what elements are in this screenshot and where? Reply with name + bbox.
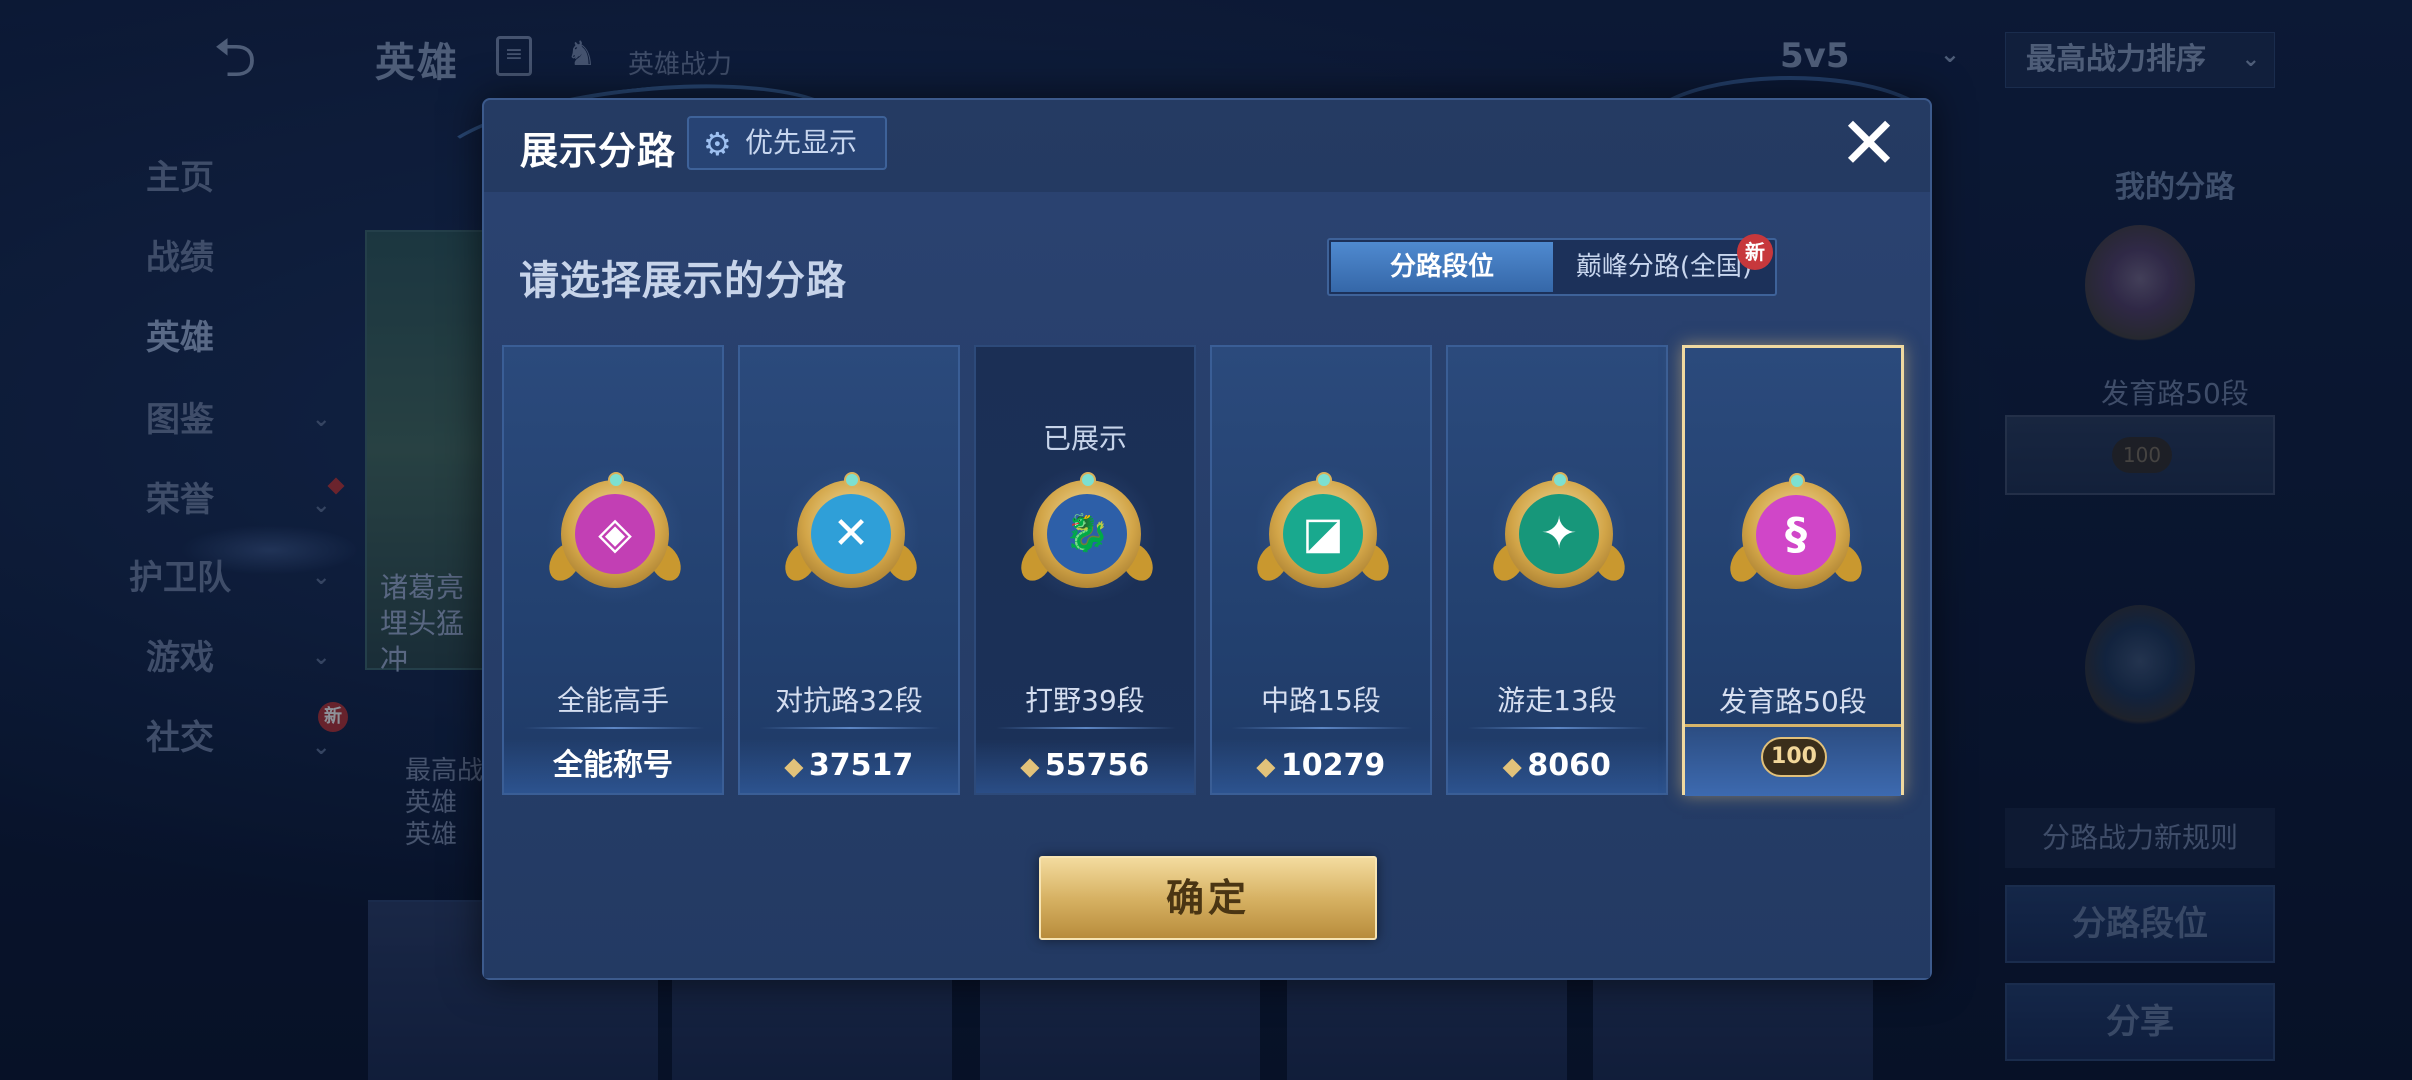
lane-card-all-rounder[interactable]: ◈ 全能高手 全能称号 <box>502 345 724 795</box>
power-icon: ⬥ <box>784 752 803 782</box>
emblem-glyph: ◈ <box>575 494 655 574</box>
card-footer: ⬥ 10279 <box>1212 739 1430 793</box>
footer-text: 全能称号 <box>553 748 673 783</box>
lane-name: 打野39段 <box>1025 684 1145 717</box>
divider <box>1232 727 1412 729</box>
divider <box>524 727 704 729</box>
power-icon: ⬥ <box>1256 752 1275 782</box>
power-value: 8060 <box>1527 748 1611 783</box>
divider <box>1468 727 1648 729</box>
emblem-glyph: ✕ <box>811 494 891 574</box>
card-footer: ⬥ 55756 <box>976 739 1194 793</box>
divider <box>760 727 940 729</box>
power-value: 37517 <box>808 748 914 783</box>
card-footer: ⬥ 37517 <box>740 739 958 793</box>
emblem-glyph: ✦ <box>1519 494 1599 574</box>
lane-name: 中路15段 <box>1261 684 1381 717</box>
power-icon: ⬥ <box>1503 752 1522 782</box>
lane-name: 全能高手 <box>556 684 669 717</box>
lane-card-jungle[interactable]: 已展示 🐉 打野39段 ⬥ 55756 <box>974 345 1196 795</box>
mid-lane-emblem-icon: ◪ <box>1250 464 1396 604</box>
card-footer: ⬥ 8060 <box>1448 739 1666 793</box>
priority-display-label: 优先显示 <box>745 126 858 159</box>
lane-tab-switch: 分路段位 巅峰分路(全国) 新 <box>1327 234 1777 296</box>
card-footer: 全能称号 <box>504 739 722 793</box>
lane-card-farm-lane[interactable]: § 发育路50段 100 <box>1682 345 1904 796</box>
emblem-glyph: 🐉 <box>1047 494 1127 574</box>
rank-cap: 100 <box>1761 737 1827 777</box>
all-rounder-emblem-icon: ◈ <box>542 464 688 604</box>
lane-name: 游走13段 <box>1497 684 1617 717</box>
dialog-title: 展示分路 <box>520 129 677 173</box>
shown-label: 已展示 <box>1042 422 1127 455</box>
power-value: 10279 <box>1280 748 1386 783</box>
tab-lane-rank[interactable]: 分路段位 <box>1331 242 1553 292</box>
jungle-emblem-icon: 🐉 <box>1014 464 1160 604</box>
divider <box>996 727 1176 729</box>
close-icon[interactable]: ✕ <box>1834 107 1904 180</box>
roam-emblem-icon: ✦ <box>1486 464 1632 604</box>
clash-lane-emblem-icon: ✕ <box>778 464 924 604</box>
gear-icon: ⚙ <box>703 125 732 163</box>
emblem-glyph: ◪ <box>1283 494 1363 574</box>
lane-card-clash-lane[interactable]: ✕ 对抗路32段 ⬥ 37517 <box>738 345 960 795</box>
farm-lane-emblem-icon: § <box>1723 465 1869 605</box>
lane-name: 对抗路32段 <box>775 684 923 717</box>
power-value: 55756 <box>1044 748 1150 783</box>
priority-display-button[interactable]: ⚙ 优先显示 <box>687 116 887 170</box>
new-badge: 新 <box>1737 234 1773 270</box>
lane-card-roam[interactable]: ✦ 游走13段 ⬥ 8060 <box>1446 345 1668 795</box>
power-icon: ⬥ <box>1020 752 1039 782</box>
dialog-header: 展示分路 ⚙ 优先显示 ✕ <box>484 100 1930 192</box>
lane-card-list: ◈ 全能高手 全能称号 ✕ 对抗路32段 ⬥ 37517 已展示 🐉 打野39段… <box>502 345 1912 796</box>
confirm-button[interactable]: 确定 <box>1039 856 1377 940</box>
lane-card-mid-lane[interactable]: ◪ 中路15段 ⬥ 10279 <box>1210 345 1432 795</box>
lane-name: 发育路50段 <box>1719 685 1867 718</box>
emblem-glyph: § <box>1756 495 1836 575</box>
lane-display-dialog: 展示分路 ⚙ 优先显示 ✕ 请选择展示的分路 分路段位 巅峰分路(全国) 新 ◈… <box>482 98 1932 980</box>
dialog-prompt: 请选择展示的分路 <box>519 258 847 304</box>
rank-plate: 100 <box>1685 724 1901 796</box>
